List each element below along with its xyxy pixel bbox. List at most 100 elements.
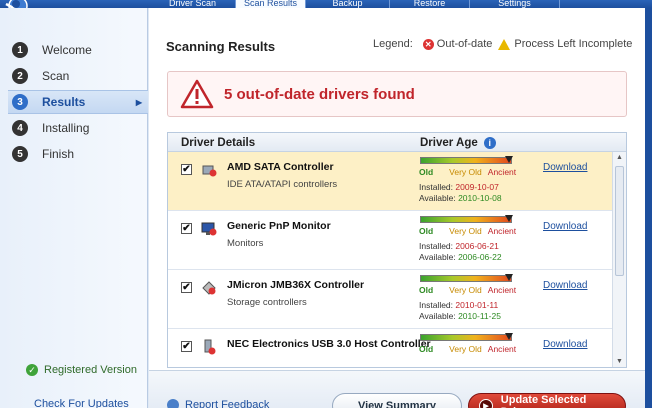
table-header: Driver Details Driver Age i	[168, 133, 626, 152]
scroll-thumb[interactable]	[615, 166, 624, 276]
check-for-updates-link[interactable]: Check For Updates	[34, 398, 129, 408]
table-row[interactable]: ✔ NEC Electronics USB 3.0 Host Controller…	[168, 329, 613, 367]
report-feedback-label: Report Feedback	[185, 399, 270, 408]
sidebar-item-label: Welcome	[42, 43, 92, 57]
legend-label: Legend:	[373, 38, 413, 50]
driver-category: IDE ATA/ATAPI controllers	[227, 179, 338, 190]
outdated-icon: ✕	[422, 38, 434, 50]
sidebar-item-label: Installing	[42, 121, 90, 135]
driver-age-bar	[420, 157, 512, 164]
report-feedback-link[interactable]: Report Feedback	[167, 399, 269, 408]
age-label-very-old: Very Old	[449, 344, 482, 354]
age-pointer-icon	[505, 215, 514, 222]
age-label-old: Old	[419, 344, 434, 354]
row-checkbox[interactable]: ✔	[181, 223, 192, 234]
scroll-up-icon[interactable]: ▲	[613, 152, 626, 164]
driver-name: AMD SATA Controller	[227, 161, 334, 173]
driver-category: Monitors	[227, 238, 264, 249]
age-label-old: Old	[419, 226, 434, 236]
tab-restore[interactable]: Restore	[390, 0, 470, 8]
age-label-very-old: Very Old	[449, 226, 482, 236]
view-summary-button[interactable]: View Summary	[332, 393, 462, 408]
row-checkbox[interactable]: ✔	[181, 341, 192, 352]
registered-status: ✓ Registered Version	[26, 364, 137, 376]
available-label: Available:	[419, 311, 456, 321]
step-number: 5	[12, 146, 28, 162]
sidebar-item-label: Results	[42, 95, 86, 109]
age-labels: Old Very Old Ancient	[419, 344, 516, 354]
chevron-right-icon: ▶	[135, 97, 142, 107]
device-icon	[201, 221, 217, 237]
legend: Legend: ✕ Out-of-date Process Left Incom…	[373, 38, 632, 50]
step-number: 3	[12, 94, 28, 110]
age-labels: Old Very Old Ancient	[419, 285, 516, 295]
driver-name: NEC Electronics USB 3.0 Host Controller	[227, 338, 431, 350]
sidebar-item-installing[interactable]: 4 Installing	[12, 116, 148, 140]
scroll-down-icon[interactable]: ▼	[613, 356, 626, 367]
installed-label: Installed:	[419, 300, 454, 310]
registered-label: Registered Version	[44, 364, 137, 376]
installed-label: Installed:	[419, 182, 454, 192]
age-labels: Old Very Old Ancient	[419, 226, 516, 236]
driver-name: JMicron JMB36X Controller	[227, 279, 365, 291]
row-checkbox[interactable]: ✔	[181, 282, 192, 293]
installed-date: 2009-10-07	[455, 182, 499, 192]
sidebar-item-finish[interactable]: 5 Finish	[12, 142, 148, 166]
age-label-very-old: Very Old	[449, 167, 482, 177]
available-date: 2010-11-25	[458, 311, 501, 321]
scrollbar[interactable]: ▲ ▼	[612, 152, 626, 367]
alert-banner: 5 out-of-date drivers found	[167, 71, 627, 117]
download-link[interactable]: Download	[543, 162, 587, 173]
update-selected-drivers-button[interactable]: ▶ Update Selected Drivers	[468, 393, 626, 408]
sidebar-item-welcome[interactable]: 1 Welcome	[12, 38, 148, 62]
legend-incomplete: Process Left Incomplete	[514, 38, 633, 50]
table-row[interactable]: ✔ Generic PnP Monitor Monitors Old Very Old A…	[168, 211, 613, 270]
tab-backup[interactable]: Backup	[306, 0, 390, 8]
driver-age-bar	[420, 216, 512, 223]
tab-driver-scan[interactable]: Driver Scan	[150, 0, 236, 8]
age-pointer-icon	[505, 156, 514, 163]
table-row[interactable]: ✔ AMD SATA Controller IDE ATA/ATAPI contro…	[168, 152, 613, 211]
row-checkbox[interactable]: ✔	[181, 164, 192, 175]
age-label-ancient: Ancient	[487, 226, 517, 236]
download-link[interactable]: Download	[543, 221, 587, 232]
driver-age-bar	[420, 334, 512, 341]
col-driver-age-label: Driver Age	[420, 137, 478, 149]
available-date: 2010-10-08	[458, 193, 502, 203]
installed-date: 2010-01-11	[455, 300, 499, 310]
warning-triangle-icon	[180, 79, 214, 109]
driver-dates: Installed: 2009-10-07 Available: 2010-10-…	[419, 182, 502, 204]
tab-settings[interactable]: Settings	[470, 0, 560, 8]
step-number: 1	[12, 42, 28, 58]
table-row[interactable]: ✔ JMicron JMB36X Controller Storage contro…	[168, 270, 613, 329]
age-label-ancient: Ancient	[487, 167, 517, 177]
download-link[interactable]: Download	[543, 339, 587, 350]
driver-dates: Installed: 2006-06-21 Available: 2006-06-…	[419, 241, 502, 263]
age-label-old: Old	[419, 285, 434, 295]
age-label-ancient: Ancient	[487, 285, 517, 295]
download-link[interactable]: Download	[543, 280, 587, 291]
device-icon	[201, 162, 217, 178]
results-table: Driver Details Driver Age i ✔ AMD SATA Co…	[167, 132, 627, 368]
available-date: 2006-06-22	[458, 252, 502, 262]
info-icon[interactable]: i	[483, 137, 496, 149]
tab-scan-results[interactable]: Scan Results	[236, 0, 306, 8]
alert-message: 5 out-of-date drivers found	[224, 85, 415, 103]
legend-outdated: Out-of-date	[436, 38, 493, 50]
sidebar-item-label: Scan	[42, 69, 70, 83]
sidebar: 1 Welcome 2 Scan 3 Results ▶ 4 Installing 5 Finish	[0, 8, 148, 408]
page-title: Scanning Results	[166, 39, 276, 54]
driver-category: Storage controllers	[227, 297, 307, 308]
sidebar-item-results[interactable]: 3 Results ▶	[8, 90, 148, 114]
col-driver-age: Driver Age i	[420, 137, 496, 149]
age-pointer-icon	[505, 274, 514, 281]
window-border	[645, 8, 652, 408]
bottom-bar: Report Feedback View Summary ▶ Update Se…	[149, 370, 645, 408]
update-selected-label: Update Selected Drivers	[500, 394, 587, 408]
sidebar-item-scan[interactable]: 2 Scan	[12, 64, 148, 88]
age-label-ancient: Ancient	[487, 344, 517, 354]
available-label: Available:	[419, 193, 456, 203]
step-number: 4	[12, 120, 28, 136]
warning-icon	[498, 38, 511, 50]
main-panel: Scanning Results Legend: ✕ Out-of-date P…	[149, 8, 645, 408]
